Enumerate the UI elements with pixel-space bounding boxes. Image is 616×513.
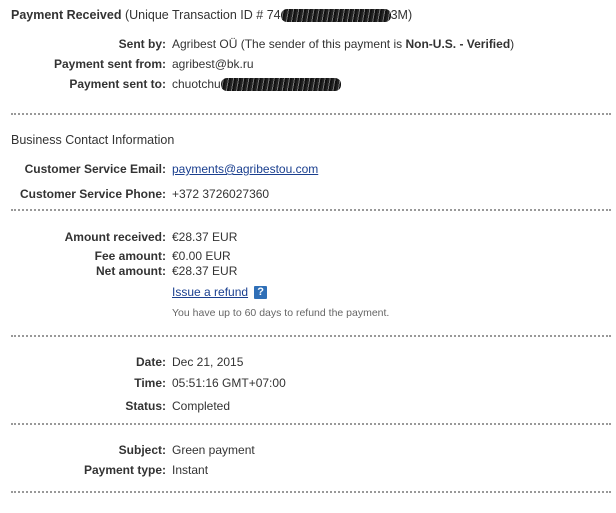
redacted-scribble — [220, 78, 341, 92]
help-icon[interactable]: ? — [254, 286, 268, 300]
sent-to-label: Payment sent to: — [69, 77, 166, 91]
refund-row: Issue a refund? — [172, 285, 268, 300]
section-divider — [11, 335, 611, 337]
sender-name: Agribest OÜ — [172, 37, 238, 51]
refund-note: You have up to 60 days to refund the pay… — [172, 307, 390, 319]
amount-received-value: €28.37 EUR — [172, 230, 238, 244]
sent-by-label: Sent by: — [118, 37, 166, 51]
amount-received-label: Amount received: — [64, 230, 166, 244]
business-contact-title: Business Contact Information — [11, 133, 175, 147]
sender-note-pre: (The sender of this payment is — [240, 37, 403, 51]
subject-value: Green payment — [172, 443, 255, 457]
redacted-scribble — [280, 9, 391, 23]
sent-by-value: Agribest OÜ (The sender of this payment … — [172, 37, 514, 51]
cs-phone-label: Customer Service Phone: — [19, 187, 166, 201]
section-divider — [11, 423, 611, 425]
fee-amount-label: Fee amount: — [94, 249, 166, 263]
time-value: 05:51:16 GMT+07:00 — [172, 376, 286, 390]
cs-phone-value: +372 3726027360 — [172, 187, 270, 201]
date-label: Date: — [135, 355, 166, 369]
subject-label: Subject: — [118, 443, 166, 457]
date-value: Dec 21, 2015 — [172, 355, 244, 369]
net-amount-label: Net amount: — [96, 264, 166, 278]
recipient-name: chuotchu — [172, 77, 221, 91]
status-label: Status: — [125, 399, 166, 413]
sender-verification: Non-U.S. - Verified — [405, 37, 511, 51]
sent-to-value: chuotchu — [172, 77, 341, 92]
status-value: Completed — [172, 399, 231, 413]
sent-from-label: Payment sent from: — [53, 57, 166, 71]
time-label: Time: — [134, 376, 166, 390]
sent-from-value: agribest@bk.ru — [172, 57, 254, 71]
transaction-id-suffix: 3M) — [390, 8, 413, 22]
fee-amount-value: €0.00 EUR — [172, 249, 231, 263]
section-divider — [11, 113, 611, 115]
issue-refund-link[interactable]: Issue a refund — [172, 285, 248, 299]
section-divider — [11, 491, 611, 493]
page-title: Payment Received — [11, 8, 122, 22]
sender-note-post: ) — [510, 37, 515, 51]
payment-type-label: Payment type: — [83, 463, 166, 477]
cs-email-link[interactable]: payments@agribestou.com — [172, 162, 318, 176]
cs-email-label: Customer Service Email: — [24, 162, 166, 176]
section-divider — [11, 209, 611, 211]
net-amount-value: €28.37 EUR — [172, 264, 238, 278]
page-header: Payment Received (Unique Transaction ID … — [11, 8, 413, 23]
payment-type-value: Instant — [172, 463, 209, 477]
transaction-id-prefix: (Unique Transaction ID # 74 — [124, 8, 281, 22]
